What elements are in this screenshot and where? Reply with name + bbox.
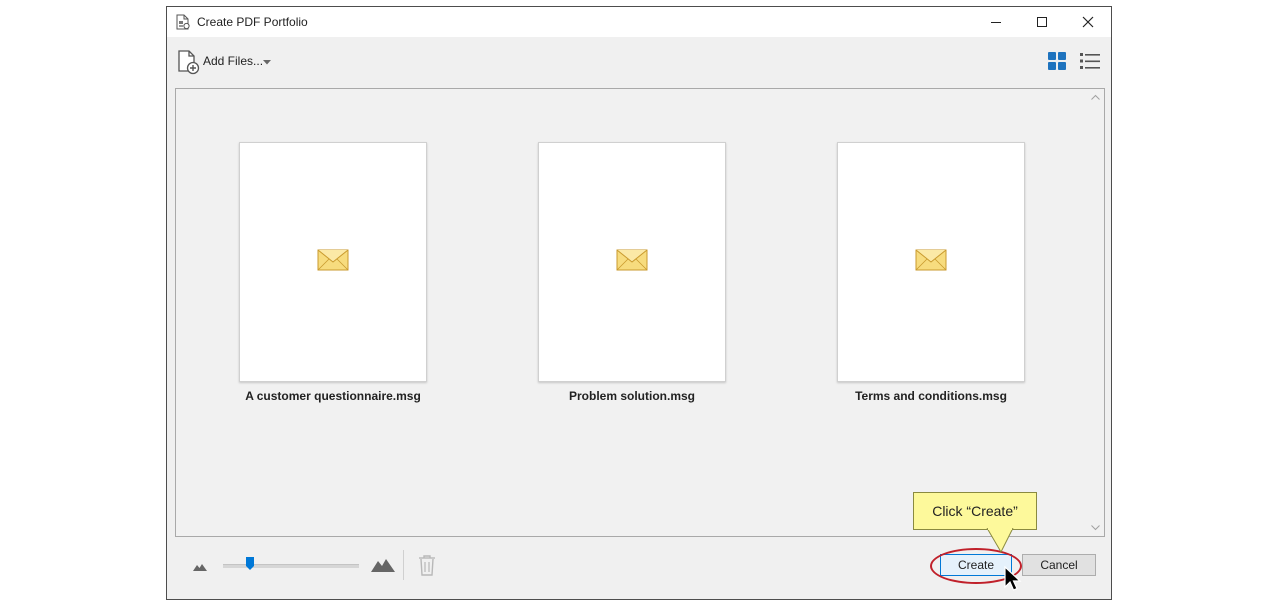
window-title: Create PDF Portfolio (197, 15, 308, 29)
cancel-button[interactable]: Cancel (1022, 554, 1096, 576)
add-files-label: Add Files... (203, 54, 264, 68)
maximize-icon (1037, 17, 1047, 27)
zoom-slider-thumb[interactable] (245, 556, 255, 571)
close-icon (1082, 16, 1094, 28)
scroll-up-arrow-icon[interactable] (1091, 94, 1100, 100)
file-tile[interactable]: Problem solution.msg (538, 142, 726, 403)
file-thumbnail-area[interactable]: A customer questionnaire.msg Problem sol… (175, 88, 1105, 537)
file-name: Terms and conditions.msg (855, 389, 1007, 403)
callout-tail (986, 528, 1014, 554)
file-name: Problem solution.msg (568, 389, 695, 403)
minimize-icon (991, 22, 1001, 23)
file-thumbnail[interactable] (538, 142, 726, 382)
zoom-out-mountain-icon[interactable] (193, 563, 207, 571)
details-view-button[interactable] (1079, 51, 1101, 71)
file-tile[interactable]: A customer questionnaire.msg (239, 142, 427, 403)
grid-view-icon (1048, 52, 1066, 70)
list-view-icon (1080, 53, 1100, 69)
maximize-button[interactable] (1019, 7, 1065, 37)
chevron-down-icon (263, 60, 271, 65)
add-files-button[interactable]: Add Files... (177, 49, 277, 75)
instruction-callout: Click “Create” (913, 492, 1037, 530)
minimize-button[interactable] (973, 7, 1019, 37)
file-tile[interactable]: Terms and conditions.msg (837, 142, 1025, 403)
portfolio-app-icon (176, 14, 190, 30)
mouse-pointer-icon (1004, 566, 1022, 591)
file-thumbnail[interactable] (837, 142, 1025, 382)
trash-icon[interactable] (417, 554, 437, 576)
thumbnail-view-button[interactable] (1047, 51, 1067, 71)
zoom-in-mountain-icon[interactable] (371, 558, 395, 572)
zoom-slider-track[interactable] (223, 564, 359, 568)
file-thumbnail[interactable] (239, 142, 427, 382)
file-name: A customer questionnaire.msg (245, 389, 421, 403)
envelope-icon (915, 249, 947, 271)
toolbar: Add Files... (167, 37, 1111, 87)
add-file-icon (178, 50, 200, 75)
envelope-icon (616, 249, 648, 271)
title-bar: Create PDF Portfolio (167, 7, 1111, 37)
scroll-down-arrow-icon[interactable] (1091, 525, 1100, 531)
envelope-icon (317, 249, 349, 271)
toolbar-divider (403, 550, 404, 580)
close-button[interactable] (1065, 7, 1111, 37)
